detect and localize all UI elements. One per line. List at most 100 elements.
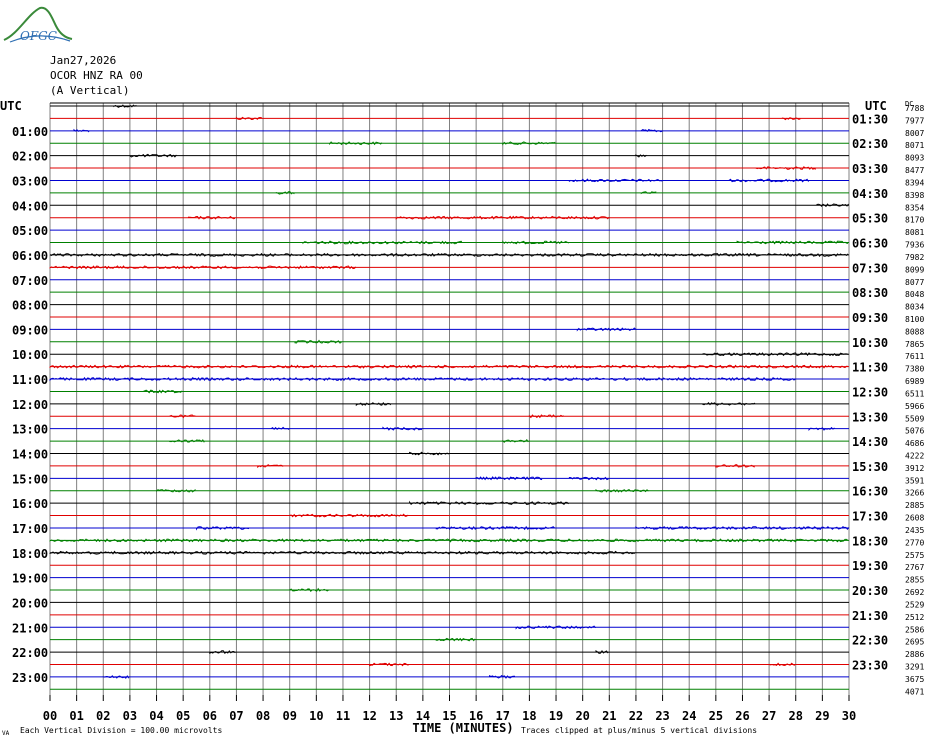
trace-value-label: 3912 [905, 464, 924, 473]
trace-value-label: 8081 [905, 228, 924, 237]
hour-label-right: 06:30 [852, 237, 888, 251]
x-tick-label: 11 [336, 709, 350, 723]
trace-value-label: 3266 [905, 489, 924, 498]
trace-value-label: 8034 [905, 303, 924, 312]
trace-value-label: 7982 [905, 253, 924, 262]
trace-value-label: 5076 [905, 427, 924, 436]
x-tick-label: 30 [842, 709, 856, 723]
x-tick-label: 13 [389, 709, 403, 723]
hour-label-right: 02:30 [852, 137, 888, 151]
hour-label-right: 12:30 [852, 385, 888, 399]
hour-label-left: 14:00 [12, 448, 48, 462]
x-tick-label: 26 [735, 709, 749, 723]
hour-label-left: 02:00 [12, 150, 48, 164]
x-tick-label: 27 [762, 709, 776, 723]
trace-value-label: 2692 [905, 588, 924, 597]
trace-value-label: 7936 [905, 241, 924, 250]
hour-label-left: 23:00 [12, 671, 48, 685]
trace-value-label: 8093 [905, 154, 924, 163]
trace-value-label: 8099 [905, 265, 924, 274]
trace-value-label: 4071 [905, 687, 924, 696]
hour-label-right: 11:30 [852, 361, 888, 375]
x-tick-label: 09 [282, 709, 296, 723]
trace-value-label: 3291 [905, 662, 924, 671]
hour-label-left: 13:00 [12, 423, 48, 437]
hour-label-left: 10:00 [12, 348, 48, 362]
x-tick-label: 06 [203, 709, 217, 723]
trace-value-label: 7977 [905, 116, 924, 125]
clipping-note: Traces clipped at plus/minus 5 vertical … [521, 726, 757, 735]
hour-label-left: 01:00 [12, 125, 48, 139]
hour-label-right: 01:30 [852, 112, 888, 126]
trace-value-label: 2855 [905, 576, 924, 585]
trace-value-label: 5509 [905, 414, 924, 423]
hour-label-left: 09:00 [12, 323, 48, 337]
trace-signal-burst [640, 128, 663, 133]
x-tick-label: 21 [602, 709, 616, 723]
x-axis-title: TIME (MINUTES) [412, 721, 513, 735]
trace-signal-burst [270, 426, 290, 431]
hour-label-right: 13:30 [852, 410, 888, 424]
hour-label-left: 11:00 [12, 373, 48, 387]
x-tick-label: 10 [309, 709, 323, 723]
trace-value-label: 7380 [905, 365, 924, 374]
x-tick-label: 02 [96, 709, 110, 723]
trace-value-label: 8354 [905, 203, 924, 212]
trace-signal-burst [808, 426, 835, 432]
x-tick-label: 00 [43, 709, 57, 723]
hour-label-left: 19:00 [12, 572, 48, 586]
hour-label-right: 10:30 [852, 336, 888, 350]
trace-value-label: 6989 [905, 377, 924, 386]
hour-label-left: 21:00 [12, 621, 48, 635]
hour-label-right: 07:30 [852, 261, 888, 275]
hour-label-left: 06:00 [12, 249, 48, 263]
trace-value-label: 2512 [905, 613, 924, 622]
hour-label-right: 03:30 [852, 162, 888, 176]
hour-label-right: 23:30 [852, 658, 888, 672]
x-tick-label: 28 [789, 709, 803, 723]
x-tick-label: 25 [709, 709, 723, 723]
trace-value-label: 2575 [905, 551, 924, 560]
hour-label-left: 07:00 [12, 274, 48, 288]
trace-value-label: 3591 [905, 476, 924, 485]
hour-label-right: 15:30 [852, 460, 888, 474]
hour-label-left: 04:00 [12, 199, 48, 213]
trace-value-label: 2586 [905, 625, 924, 634]
x-tick-label: 22 [629, 709, 643, 723]
hour-label-left: 22:00 [12, 646, 48, 660]
trace-signal-burst [257, 464, 284, 469]
hour-label-right: 17:30 [852, 510, 888, 524]
left-axis-label: UTC [0, 99, 22, 113]
trace-value-label: 7865 [905, 340, 924, 349]
hour-label-right: 09:30 [852, 311, 888, 325]
x-tick-label: 24 [682, 709, 696, 723]
trace-signal-burst [768, 662, 795, 667]
hour-label-right: 16:30 [852, 485, 888, 499]
seismogram-page: OFGC Jan27,2026 OCOR HNZ RA 00 (A Vertic… [0, 0, 930, 744]
x-tick-label: 19 [549, 709, 563, 723]
right-axis-label: UTC [865, 99, 887, 113]
x-tick-label: 08 [256, 709, 270, 723]
trace-value-label: 8077 [905, 278, 924, 287]
trace-value-label: 8398 [905, 191, 924, 200]
x-tick-label: 29 [815, 709, 829, 723]
hour-label-right: 19:30 [852, 559, 888, 573]
scale-note: Each Vertical Division = 100.00 microvol… [20, 726, 222, 735]
hour-label-left: 08:00 [12, 299, 48, 313]
x-tick-label: 05 [176, 709, 190, 723]
trace-value-label: 8088 [905, 327, 924, 336]
hour-label-right: 21:30 [852, 609, 888, 623]
x-tick-label: 12 [362, 709, 376, 723]
helicorder-chart: UTC UTC 01:00 02:00 03:00 04:00 05:00 06:00 07:0… [0, 99, 924, 737]
trace-value-label: 4686 [905, 439, 924, 448]
x-tick-label: 18 [522, 709, 536, 723]
hour-label-right: 22:30 [852, 634, 888, 648]
trace-value-label: 8100 [905, 315, 924, 324]
trace-value-label: 8170 [905, 216, 924, 225]
trace-value-label: 8394 [905, 178, 924, 187]
x-tick-label: 23 [655, 709, 669, 723]
trace-value-label: 7611 [905, 352, 924, 361]
trace-value-label: 3675 [905, 675, 924, 684]
x-tick-label: 07 [229, 709, 243, 723]
trace-value-label: 5966 [905, 402, 924, 411]
